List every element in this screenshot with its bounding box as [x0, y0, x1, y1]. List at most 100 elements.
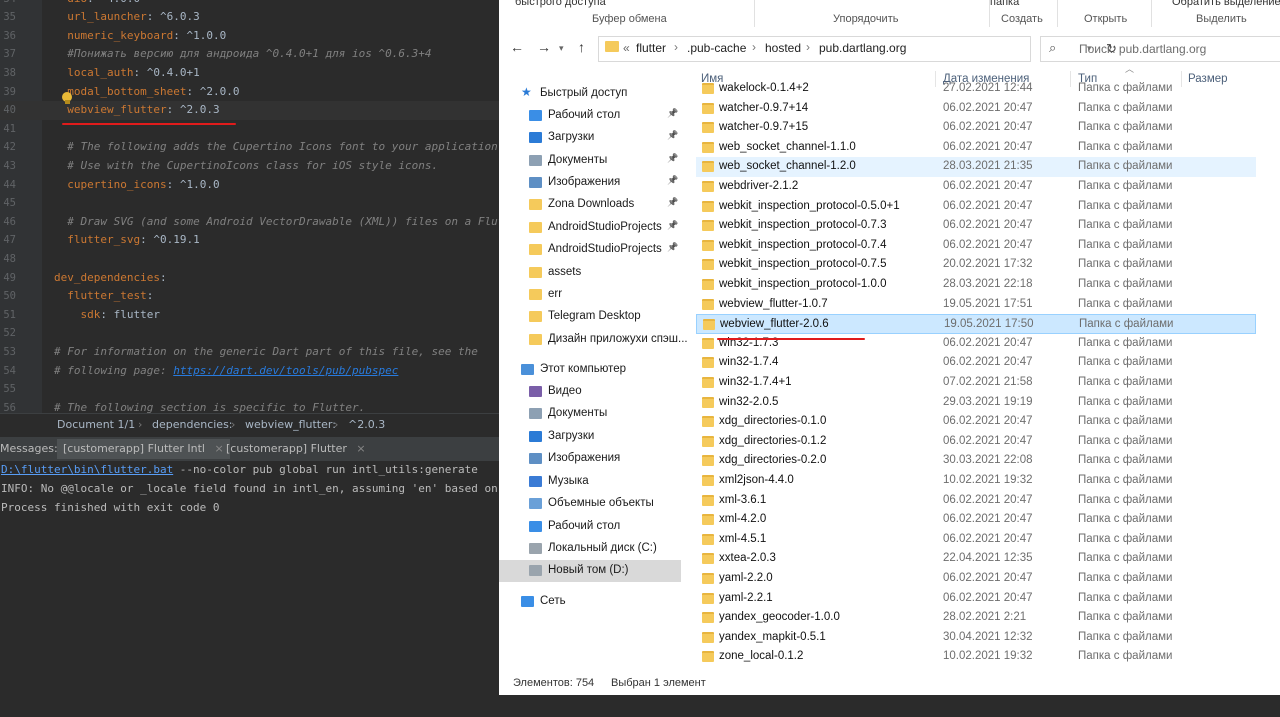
- breadcrumb-dependencies[interactable]: dependencies:: [152, 418, 233, 431]
- file-row[interactable]: web_socket_channel-1.1.0 06.02.2021 20:47…: [696, 138, 1256, 158]
- pin-icon[interactable]: 📌: [667, 108, 678, 119]
- file-row[interactable]: watcher-0.9.7+15 06.02.2021 20:47 Папка с …: [696, 118, 1256, 138]
- close-icon[interactable]: ×: [214, 442, 223, 455]
- address-path[interactable]: « flutter › .pub-cache › hosted › pub.da…: [598, 36, 1117, 62]
- file-row[interactable]: xml2json-4.4.0 10.02.2021 19:32 Папка с фа…: [696, 471, 1256, 491]
- path-segment-pub-cache[interactable]: .pub-cache: [687, 41, 746, 55]
- code-line[interactable]: 45: [0, 194, 500, 213]
- file-row[interactable]: xdg_directories-0.1.2 06.02.2021 20:47 Пап…: [696, 432, 1256, 452]
- code-line[interactable]: 37 #Понижать версию для андроида ^0.4.0+…: [0, 45, 500, 64]
- search-box[interactable]: ⌕ Поиск: pub.dartlang.org: [1040, 36, 1280, 62]
- code-line[interactable]: 38 local_auth: ^0.4.0+1: [0, 64, 500, 83]
- nav-item[interactable]: Новый том (D:): [499, 560, 681, 582]
- pin-icon[interactable]: 📌: [667, 130, 678, 141]
- file-row[interactable]: webkit_inspection_protocol-1.0.0 28.03.20…: [696, 275, 1256, 295]
- file-row[interactable]: xdg_directories-0.2.0 30.03.2021 22:08 Пап…: [696, 451, 1256, 471]
- file-row[interactable]: webview_flutter-1.0.7 19.05.2021 17:51 Пап…: [696, 295, 1256, 315]
- code-line[interactable]: 50 flutter_test:: [0, 287, 500, 306]
- nav-item[interactable]: Изображения: [499, 448, 681, 470]
- nav-item[interactable]: Этот компьютер: [499, 359, 681, 381]
- nav-item[interactable]: AndroidStudioProjects 📌: [499, 217, 681, 239]
- file-row[interactable]: watcher-0.9.7+14 06.02.2021 20:47 Папка с …: [696, 99, 1256, 119]
- ribbon-quick-access[interactable]: быстрого доступа: [515, 0, 606, 8]
- nav-item[interactable]: Telegram Desktop: [499, 306, 681, 328]
- file-row[interactable]: win32-2.0.5 29.03.2021 19:19 Папка с файла…: [696, 393, 1256, 413]
- file-row[interactable]: yaml-2.2.0 06.02.2021 20:47 Папка с файлам…: [696, 569, 1256, 589]
- path-segment-flutter[interactable]: flutter: [636, 41, 666, 55]
- pin-icon[interactable]: 📌: [667, 197, 678, 208]
- nav-item[interactable]: Видео: [499, 381, 681, 403]
- code-line[interactable]: 35 url_launcher: ^6.0.3: [0, 8, 500, 27]
- ribbon-new-folder[interactable]: папка: [990, 0, 1019, 8]
- file-row[interactable]: win32-1.7.3 06.02.2021 20:47 Папка с файла…: [696, 334, 1256, 354]
- file-row[interactable]: yaml-2.2.1 06.02.2021 20:47 Папка с файлам…: [696, 589, 1256, 609]
- nav-item[interactable]: err: [499, 284, 681, 306]
- code-line[interactable]: 39 modal_bottom_sheet: ^2.0.0: [0, 83, 500, 102]
- code-line[interactable]: 36 numeric_keyboard: ^1.0.0: [0, 27, 500, 46]
- nav-item[interactable]: Локальный диск (C:): [499, 538, 681, 560]
- file-row[interactable]: xml-4.5.1 06.02.2021 20:47 Папка с файлами: [696, 530, 1256, 550]
- breadcrumb-webview[interactable]: webview_flutter:: [245, 418, 336, 431]
- up-button[interactable]: ↑: [578, 39, 585, 55]
- code-line[interactable]: 51 sdk: flutter: [0, 306, 500, 325]
- code-line[interactable]: 52: [0, 324, 500, 343]
- code-line[interactable]: 43 # Use with the CupertinoIcons class f…: [0, 157, 500, 176]
- file-row[interactable]: xdg_directories-0.1.0 06.02.2021 20:47 Пап…: [696, 412, 1256, 432]
- nav-item[interactable]: Объемные объекты: [499, 493, 681, 515]
- file-row[interactable]: webkit_inspection_protocol-0.7.3 06.02.20…: [696, 216, 1256, 236]
- code-line[interactable]: 54 # following page: https://dart.dev/too…: [0, 362, 500, 381]
- file-row[interactable]: xml-4.2.0 06.02.2021 20:47 Папка с файлами: [696, 510, 1256, 530]
- file-row[interactable]: zone_local-0.1.2 10.02.2021 19:32 Папка с …: [696, 647, 1256, 667]
- code-line[interactable]: 55: [0, 380, 500, 399]
- nav-item[interactable]: AndroidStudioProjects 📌: [499, 239, 681, 261]
- file-row[interactable]: web_socket_channel-1.2.0 28.03.2021 21:35…: [696, 157, 1256, 177]
- breadcrumb-document[interactable]: Document 1/1: [57, 418, 135, 431]
- nav-item[interactable]: Загрузки 📌: [499, 127, 681, 149]
- flutter-bat-link[interactable]: D:\flutter\bin\flutter.bat: [1, 463, 173, 476]
- code-line[interactable]: 44 cupertino_icons: ^1.0.0: [0, 176, 500, 195]
- file-row[interactable]: xml-3.6.1 06.02.2021 20:47 Папка с файлами: [696, 491, 1256, 511]
- code-line[interactable]: 53 # For information on the generic Dart …: [0, 343, 500, 362]
- pin-icon[interactable]: 📌: [667, 220, 678, 231]
- close-icon[interactable]: ×: [356, 442, 365, 455]
- code-line[interactable]: 46 # Draw SVG (and some Android VectorDr…: [0, 213, 500, 232]
- nav-item[interactable]: Рабочий стол 📌: [499, 105, 681, 127]
- pin-icon[interactable]: 📌: [667, 242, 678, 253]
- recent-locations-chevron-icon[interactable]: ▾: [559, 43, 564, 54]
- nav-item[interactable]: Сеть: [499, 591, 681, 613]
- file-row[interactable]: wakelock-0.1.4+2 27.02.2021 12:44 Папка с …: [696, 79, 1256, 99]
- file-row[interactable]: webkit_inspection_protocol-0.7.4 06.02.20…: [696, 236, 1256, 256]
- nav-item[interactable]: Рабочий стол: [499, 516, 681, 538]
- breadcrumb-version[interactable]: ^2.0.3: [348, 418, 385, 431]
- file-row[interactable]: webview_flutter-2.0.6 19.05.2021 17:50 Пап…: [696, 314, 1256, 334]
- nav-item[interactable]: ★ Быстрый доступ: [499, 83, 681, 105]
- back-button[interactable]: ←: [510, 39, 524, 55]
- code-line[interactable]: 47 flutter_svg: ^0.19.1: [0, 231, 500, 250]
- code-editor[interactable]: 34 dio: ^4.0.035 url_launcher: ^6.0.336 …: [0, 0, 500, 413]
- nav-item[interactable]: Документы 📌: [499, 150, 681, 172]
- chevron-right-icon[interactable]: ›: [674, 40, 678, 54]
- code-line[interactable]: 49 dev_dependencies:: [0, 269, 500, 288]
- tab-flutter-intl[interactable]: [customerapp] Flutter Intl ×: [57, 439, 230, 459]
- nav-item[interactable]: Музыка: [499, 471, 681, 493]
- file-row[interactable]: yandex_geocoder-1.0.0 28.02.2021 2:21 Папк…: [696, 608, 1256, 628]
- file-row[interactable]: yandex_mapkit-0.5.1 30.04.2021 12:32 Папка…: [696, 628, 1256, 648]
- file-row[interactable]: webdriver-2.1.2 06.02.2021 20:47 Папка с ф…: [696, 177, 1256, 197]
- path-overflow-chevron-icon[interactable]: «: [623, 41, 630, 55]
- code-line[interactable]: 34 dio: ^4.0.0: [0, 0, 500, 8]
- code-line[interactable]: 42 # The following adds the Cupertino Ic…: [0, 138, 500, 157]
- nav-item[interactable]: Zona Downloads 📌: [499, 194, 681, 216]
- nav-item[interactable]: Изображения 📌: [499, 172, 681, 194]
- code-line[interactable]: 48: [0, 250, 500, 269]
- file-row[interactable]: webkit_inspection_protocol-0.5.0+1 06.02.…: [696, 197, 1256, 217]
- nav-item[interactable]: Документы: [499, 403, 681, 425]
- path-segment-hosted[interactable]: hosted: [765, 41, 801, 55]
- file-row[interactable]: win32-1.7.4+1 07.02.2021 21:58 Папка с фай…: [696, 373, 1256, 393]
- console-output[interactable]: D:\flutter\bin\flutter.bat --no-color pu…: [0, 461, 500, 717]
- pubspec-docs-link[interactable]: https://dart.dev/tools/pub/pubspec: [173, 364, 398, 377]
- nav-item[interactable]: Дизайн приложухи спэш...: [499, 329, 688, 351]
- file-row[interactable]: xxtea-2.0.3 22.04.2021 12:35 Папка с файла…: [696, 549, 1256, 569]
- chevron-right-icon[interactable]: ›: [752, 40, 756, 54]
- pin-icon[interactable]: 📌: [667, 175, 678, 186]
- file-row[interactable]: win32-1.7.4 06.02.2021 20:47 Папка с файла…: [696, 353, 1256, 373]
